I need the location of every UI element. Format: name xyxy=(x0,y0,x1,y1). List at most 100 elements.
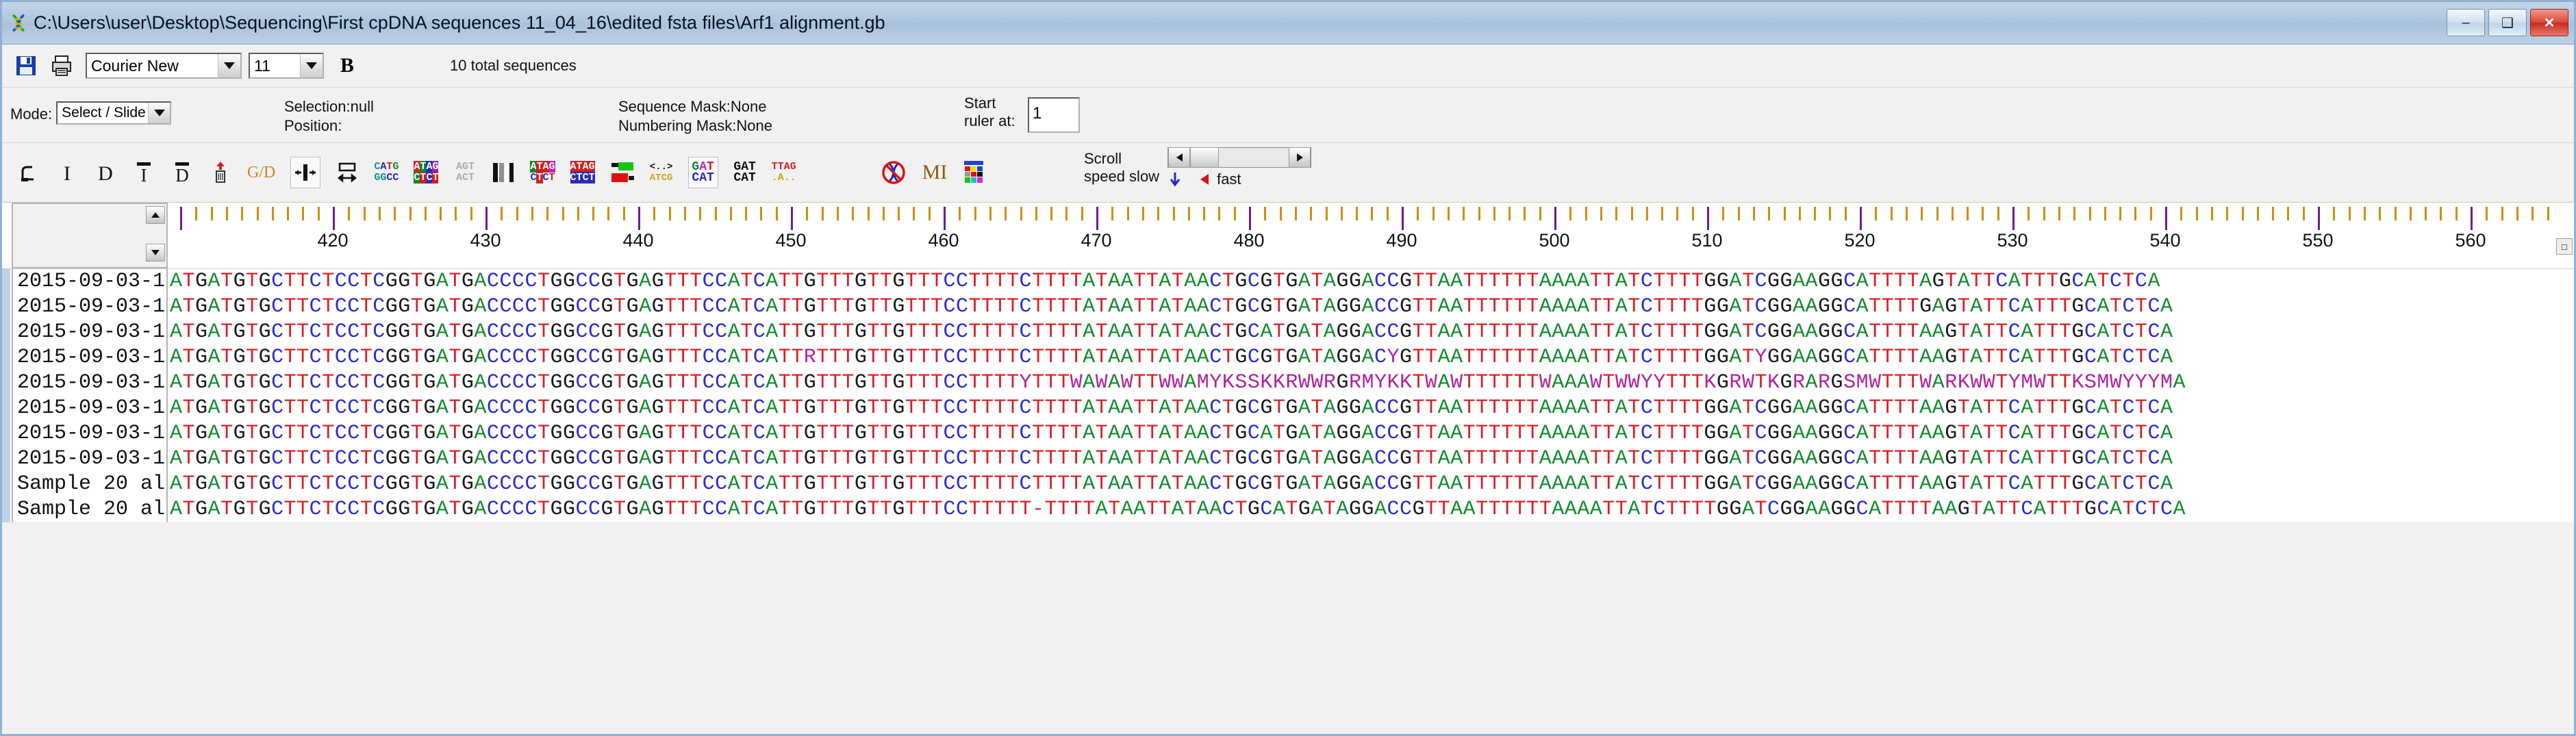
ruler-minor-tick xyxy=(409,207,412,220)
trash-sequence-icon[interactable] xyxy=(209,157,232,188)
greyscale-icon[interactable] xyxy=(492,157,515,188)
ruler-minor-tick xyxy=(546,207,549,220)
ruler-minor-tick xyxy=(1035,207,1037,220)
ruler-minor-tick xyxy=(729,207,732,220)
insert-icon[interactable]: I xyxy=(55,157,79,188)
ruler-tick-label: 550 xyxy=(2302,230,2334,251)
scroll-left-arrow-icon[interactable] xyxy=(1168,147,1191,168)
sequence-name-column[interactable]: 2015-09-03-1 2015-09-03-1 2015-09-03-1 2015… xyxy=(12,269,168,522)
scroll-up-button[interactable] xyxy=(146,206,165,224)
ruler-band: 420 430 440 450 460 470 480 490 500 510 520 530 540 5… xyxy=(2,203,2574,269)
ruler[interactable]: 420 430 440 450 460 470 480 490 500 510 520 530 540 5… xyxy=(170,203,2559,268)
mi-icon[interactable]: MI xyxy=(922,157,948,188)
svg-text:I: I xyxy=(141,165,147,185)
sequence-name[interactable]: 2015-09-03-1 xyxy=(13,396,166,421)
sequence-name[interactable]: 2015-09-03-1 xyxy=(13,320,166,345)
delete-gap-icon[interactable]: D xyxy=(171,157,194,188)
mode-label: Mode: xyxy=(10,105,53,123)
chevron-down-icon[interactable] xyxy=(300,54,323,77)
sequence-row[interactable]: ATGATGTGCTTCTCCTCGGTGATGACCCCTGGCCGTGAGT… xyxy=(170,396,2574,421)
scroll-down-button[interactable] xyxy=(146,244,165,262)
bold-button[interactable]: B xyxy=(340,54,354,77)
ruler-minor-tick xyxy=(1783,207,1786,220)
sequence-residues[interactable]: ATGATGTGCTTCTCCTCGGTGATGACCCCTGGCCGTGAGT… xyxy=(170,269,2574,522)
ruler-minor-tick xyxy=(928,207,931,220)
ruler-end-button[interactable]: □ xyxy=(2556,238,2573,255)
block-colors-icon[interactable] xyxy=(610,157,635,188)
highlight-differences-icon[interactable]: ATAG CTCT xyxy=(530,157,555,188)
color-palette-icon[interactable] xyxy=(962,157,985,188)
ruler-minor-tick xyxy=(1905,207,1908,220)
chevron-down-icon[interactable] xyxy=(147,103,171,123)
select-slide-icon[interactable] xyxy=(17,157,40,188)
ruler-major-tick xyxy=(791,207,793,230)
start-ruler-input[interactable]: 1 xyxy=(1028,97,1080,133)
dot-plot-icon[interactable]: GAT CAT xyxy=(733,157,757,188)
scroll-thumb[interactable] xyxy=(1190,147,1220,168)
ruler-minor-tick xyxy=(1233,207,1236,220)
shade-identity-icon[interactable]: AGT ACT xyxy=(453,157,477,188)
align-center-icon[interactable] xyxy=(290,157,321,188)
sequence-row[interactable]: ATGATGTGCTTCTCCTCGGTGATGACCCCTGGCCGTGAGT… xyxy=(170,345,2574,370)
sequence-row[interactable]: ATGATGTGCTTCTCCTCGGTGATGACCCCTGGCCGTGAGT… xyxy=(170,472,2574,497)
ruler-ticks xyxy=(170,207,2559,230)
ruler-tick-label: 490 xyxy=(1386,230,1417,251)
sequence-mask-label: Sequence Mask:None xyxy=(618,98,767,115)
scroll-right-arrow-icon[interactable] xyxy=(1289,147,1311,168)
ruler-minor-tick xyxy=(1447,207,1450,220)
mode-value: Select / Slide xyxy=(62,105,146,120)
sequence-row[interactable]: ATGATGTGCTTCTCCTCGGTGATGACCCCTGGCCGTGAGT… xyxy=(170,294,2574,320)
ruler-minor-tick xyxy=(271,207,274,220)
insert-gap-icon[interactable]: I xyxy=(132,157,155,188)
ruler-minor-tick xyxy=(653,207,656,220)
chevron-down-icon[interactable] xyxy=(218,54,240,77)
sequence-row[interactable]: ATGATGTGCTTCTCCTCGGTGATGACCCCTGGCCGTGAGT… xyxy=(170,320,2574,345)
ruler-minor-tick xyxy=(1600,207,1602,220)
maximize-button[interactable]: ❑ xyxy=(2488,9,2527,36)
sequence-name[interactable]: Sample 20 al xyxy=(13,497,166,522)
sequence-row[interactable]: ATGATGTGCTTCTCCTCGGTGATGACCCCTGGCCGTGAGT… xyxy=(170,446,2574,472)
no-dna-icon[interactable] xyxy=(880,157,907,188)
consensus-icon[interactable]: <..> ATCG xyxy=(650,157,673,188)
save-disk-icon[interactable] xyxy=(14,54,38,77)
delete-icon[interactable]: D xyxy=(94,157,117,188)
sequence-name[interactable]: 2015-09-03-1 xyxy=(13,269,166,294)
close-button[interactable]: ✕ xyxy=(2530,9,2568,36)
measure-icon[interactable] xyxy=(336,157,359,188)
mode-select[interactable]: Select / Slide xyxy=(56,101,172,125)
ruler-minor-tick xyxy=(806,207,809,220)
ruler-minor-tick xyxy=(2531,207,2534,220)
scroll-speed-slider[interactable] xyxy=(1167,147,1312,168)
ruler-minor-tick xyxy=(1829,207,1832,220)
sequence-row[interactable]: ATGATGTGCTTCTCCTCGGTGATGACCCCTGGCCGTGAGT… xyxy=(170,421,2574,446)
translate-icon[interactable]: CATG GGCC xyxy=(374,157,399,188)
ruler-minor-tick xyxy=(1081,207,1083,220)
highlight-similar-icon[interactable]: ATAG CTCT xyxy=(570,157,595,188)
ruler-minor-tick xyxy=(1340,207,1343,220)
sequence-name[interactable]: 2015-09-03-1 xyxy=(13,446,166,472)
ruler-minor-tick xyxy=(470,207,472,220)
font-size-select[interactable]: 11 xyxy=(249,53,324,79)
ruler-minor-tick xyxy=(1203,207,1206,220)
font-family-select[interactable]: Courier New xyxy=(86,53,242,79)
ruler-minor-tick xyxy=(378,207,381,220)
mask-icon[interactable]: TTAG .A.. xyxy=(772,157,796,188)
sequence-row[interactable]: ATGATGTGCTTCTCCTCGGTGATGACCCCTGGCCGTGAGT… xyxy=(170,269,2574,294)
sequence-name[interactable]: 2015-09-03-1 xyxy=(13,294,166,320)
sequence-name[interactable]: 2015-09-03-1 xyxy=(13,345,166,370)
ruler-minor-tick xyxy=(1661,207,1664,220)
minimize-button[interactable]: – xyxy=(2447,9,2485,36)
group-dissolve-icon[interactable]: G/D xyxy=(247,157,275,188)
ruler-minor-tick xyxy=(867,207,870,220)
sequence-row[interactable]: ATGATGTGCTTCTCCTCGGTGATGACCCCTGGCCGTGAGT… xyxy=(170,497,2574,522)
ruler-minor-tick xyxy=(1187,207,1190,220)
sequence-name[interactable]: 2015-09-03-1 xyxy=(13,421,166,446)
sequence-name[interactable]: 2015-09-03-1 xyxy=(13,370,166,396)
ruler-minor-tick xyxy=(195,207,198,220)
ruler-minor-tick xyxy=(1752,207,1755,220)
printer-icon[interactable] xyxy=(50,54,73,77)
show-translation-icon[interactable]: GAT CAT xyxy=(687,157,718,188)
sequence-row[interactable]: ATGATGTGCTTCTCCTCGGTGATGACCCCTGGCCGTGAGT… xyxy=(170,370,2574,396)
color-bases-icon[interactable]: ATAG CTCT xyxy=(414,157,439,188)
sequence-name[interactable]: Sample 20 al xyxy=(13,472,166,497)
